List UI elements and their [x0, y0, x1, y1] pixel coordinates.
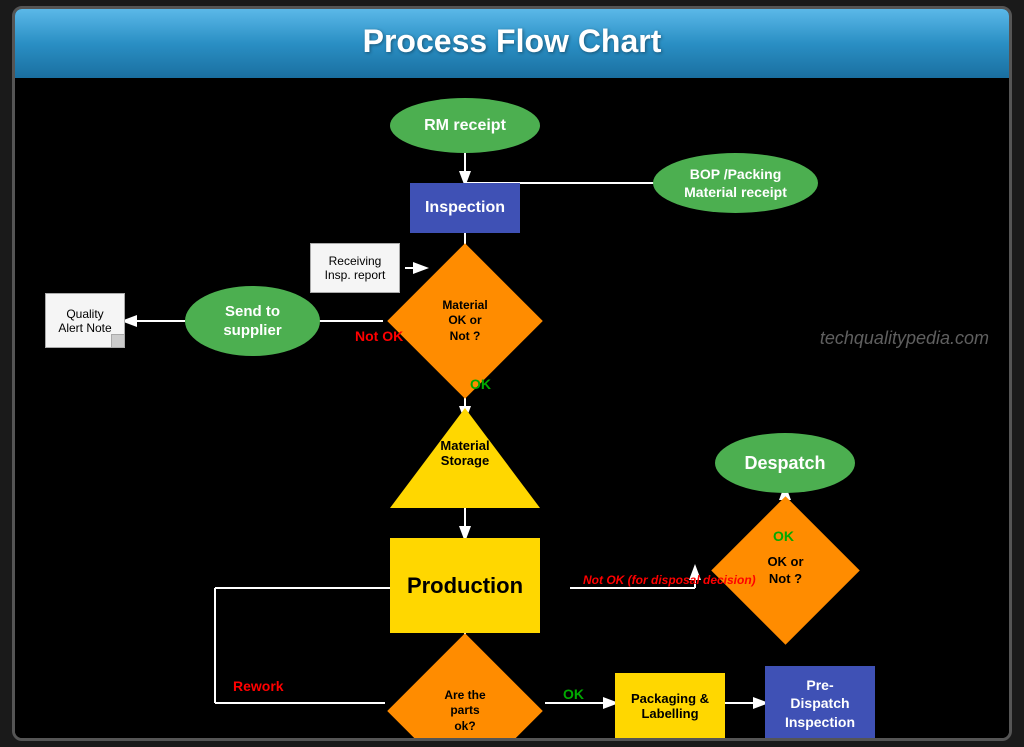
ok-label-1: OK — [470, 376, 491, 392]
ok-label-3: OK — [563, 686, 584, 702]
chart-container: Process Flow Chart — [12, 6, 1012, 741]
inspection-node: Inspection — [410, 183, 520, 233]
scrap-yard-node: Scrap Yard — [185, 738, 305, 741]
material-storage-node: Material Storage — [390, 408, 540, 508]
are-parts-ok-node: Are the parts ok? — [410, 656, 520, 741]
not-ok-label-2: Not OK (for disposal decision) — [583, 573, 756, 587]
ok-label-2: OK — [773, 528, 794, 544]
watermark: techqualitypedia.com — [820, 328, 989, 349]
packaging-node: Packaging & Labelling — [615, 673, 725, 738]
chart-body: RM receipt BOP /Packing Material receipt… — [15, 78, 1009, 738]
production-node: Production — [390, 538, 540, 633]
pre-dispatch-node: Pre- Dispatch Inspection — [765, 666, 875, 741]
send-to-supplier-node: Send to supplier — [185, 286, 320, 356]
quality-alert-note: Quality Alert Note — [45, 293, 125, 348]
not-ok-label-1: Not OK — [355, 328, 403, 344]
bop-receipt-node: BOP /Packing Material receipt — [653, 153, 818, 213]
packing-std-note: as per packing std — [625, 740, 715, 741]
chart-header: Process Flow Chart — [15, 9, 1009, 78]
despatch-node: Despatch — [715, 433, 855, 493]
rework-label: Rework — [233, 678, 284, 694]
rm-receipt-node: RM receipt — [390, 98, 540, 153]
receiving-report-node: Receiving Insp. report — [310, 243, 400, 293]
chart-title: Process Flow Chart — [363, 23, 662, 59]
material-ok-node: Material OK or Not ? — [410, 266, 520, 376]
